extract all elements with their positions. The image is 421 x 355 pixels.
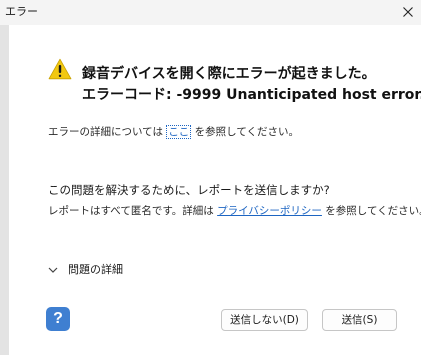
privacy-prefix: レポートはすべて匿名です。詳細は <box>48 205 218 217</box>
privacy-policy-link[interactable]: プライバシーポリシー <box>217 205 322 217</box>
title-bar: エラー <box>0 0 421 25</box>
detail-suffix: を参照してください。 <box>191 126 300 138</box>
help-button[interactable]: ? <box>46 307 70 331</box>
error-detail-text: エラーの詳細については ここ を参照してください。 <box>48 124 299 140</box>
error-headline: 録音デバイスを開く際にエラーが起きました。 <box>82 66 376 82</box>
privacy-text: レポートはすべて匿名です。詳細は プライバシーポリシー を参照してください。 <box>48 203 421 219</box>
detail-link[interactable]: ここ <box>166 125 192 139</box>
close-button[interactable] <box>394 0 421 25</box>
error-code: エラーコード: -9999 Unanticipated host error. <box>82 87 421 103</box>
privacy-suffix: を参照してください。 <box>321 205 421 217</box>
help-icon: ? <box>53 310 63 327</box>
detail-prefix: エラーの詳細については <box>48 126 167 138</box>
window-edge <box>0 25 9 355</box>
report-question: この問題を解決するために、レポートを送信しますか? <box>48 183 330 197</box>
chevron-down-icon <box>48 267 58 273</box>
send-button[interactable]: 送信(S) <box>322 309 397 331</box>
error-dialog: エラー 録音デバイスを開く際にエラーが起きました。 エラーコード: -9999 … <box>0 0 421 355</box>
warning-icon <box>48 58 72 80</box>
close-icon <box>403 7 413 17</box>
dont-send-button[interactable]: 送信しない(D) <box>221 309 308 331</box>
problem-details-label: 問題の詳細 <box>68 263 123 276</box>
problem-details-toggle[interactable]: 問題の詳細 <box>48 261 123 279</box>
window-title: エラー <box>5 5 38 18</box>
